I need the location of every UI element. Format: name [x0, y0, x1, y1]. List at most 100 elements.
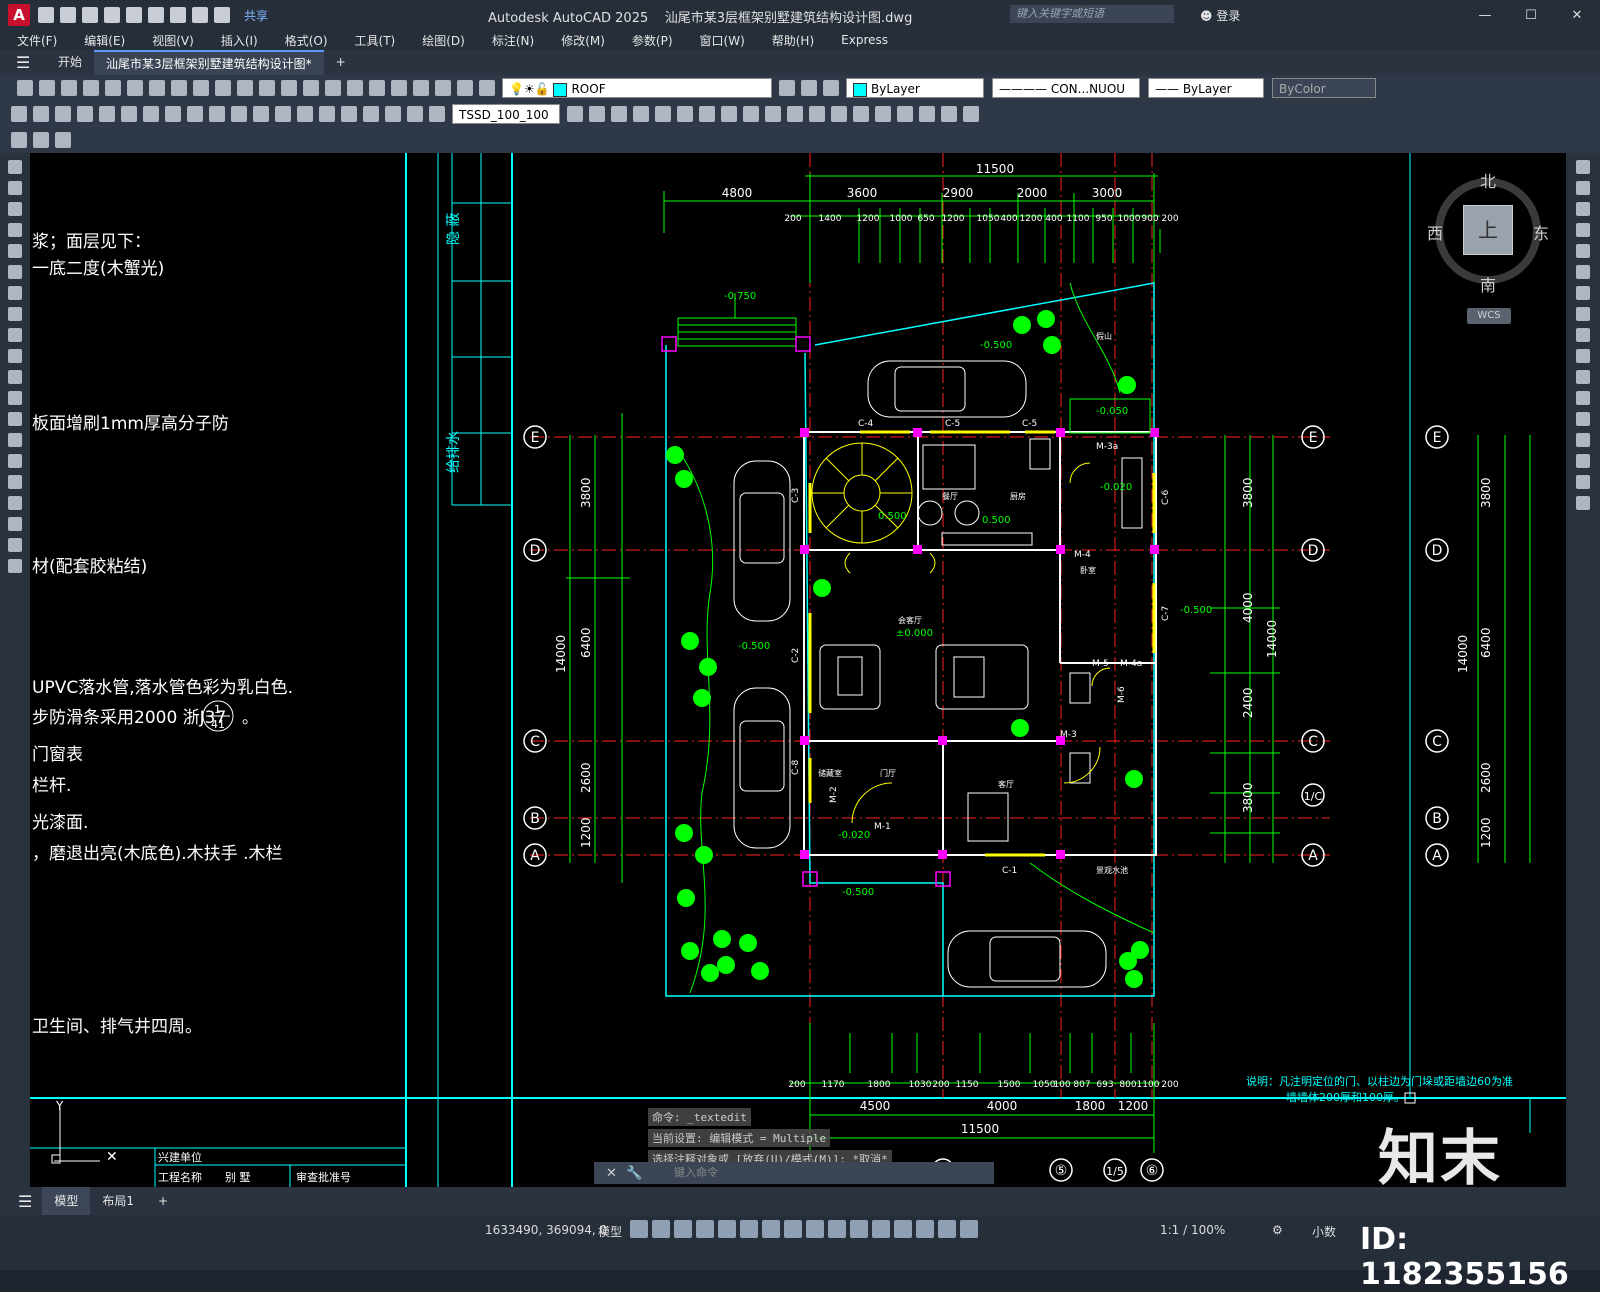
- menu-edit[interactable]: 编辑(E): [84, 32, 125, 49]
- object-track-icon[interactable]: [740, 1220, 758, 1238]
- autoscale-icon[interactable]: [960, 1220, 978, 1238]
- array-icon[interactable]: [1576, 244, 1590, 258]
- ordinate-icon[interactable]: [77, 106, 93, 122]
- trim-icon[interactable]: [1576, 349, 1590, 363]
- menu-parametric[interactable]: 参数(P): [632, 32, 673, 49]
- pan-icon[interactable]: [281, 80, 297, 96]
- chamfer-icon[interactable]: [1576, 433, 1590, 447]
- compass-south[interactable]: 南: [1480, 272, 1496, 296]
- tab-layout1[interactable]: 布局1: [90, 1187, 146, 1215]
- annotation-visibility-icon[interactable]: [938, 1220, 956, 1238]
- new-icon[interactable]: [17, 80, 33, 96]
- tab-document[interactable]: 汕尾市某3层框架别墅建筑结构设计图*: [94, 50, 324, 75]
- make-block-icon[interactable]: [8, 412, 22, 426]
- ellipse-arc-icon[interactable]: [8, 370, 22, 384]
- save-as-icon[interactable]: [104, 7, 120, 23]
- scale-icon[interactable]: [1576, 307, 1590, 321]
- make-current-layer-icon[interactable]: [779, 80, 795, 96]
- extra-tool-3-icon[interactable]: [55, 132, 71, 148]
- arc-length-icon[interactable]: [55, 106, 71, 122]
- explode-icon[interactable]: [1576, 496, 1590, 510]
- preview-icon[interactable]: [105, 80, 121, 96]
- design-center-icon[interactable]: [391, 80, 407, 96]
- dim-text-edit-icon[interactable]: [407, 106, 423, 122]
- selection-filter-icon[interactable]: [894, 1220, 912, 1238]
- polyline-icon[interactable]: [8, 202, 22, 216]
- modify-4-icon[interactable]: [655, 106, 671, 122]
- annotation-scale[interactable]: 1:1 / 100%: [1160, 1223, 1225, 1237]
- diameter-icon[interactable]: [143, 106, 159, 122]
- command-input[interactable]: 键入命令: [594, 1162, 994, 1184]
- lineweight-icon[interactable]: [784, 1220, 802, 1238]
- layer-states-icon[interactable]: [823, 80, 839, 96]
- erase-icon[interactable]: [1576, 160, 1590, 174]
- plot-icon[interactable]: [83, 80, 99, 96]
- viewcube-top-face[interactable]: 上: [1463, 205, 1513, 255]
- menu-insert[interactable]: 插入(I): [221, 32, 258, 49]
- center-mark-icon[interactable]: [319, 106, 335, 122]
- fillet-icon[interactable]: [1576, 454, 1590, 468]
- modify-18-icon[interactable]: [963, 106, 979, 122]
- customize-command-icon[interactable]: 🔧: [626, 1166, 642, 1181]
- menu-format[interactable]: 格式(O): [285, 32, 328, 49]
- layer-properties-icon[interactable]: [479, 80, 495, 96]
- login-button[interactable]: ☻ 登录: [1200, 7, 1240, 24]
- modify-17-icon[interactable]: [941, 106, 957, 122]
- layer-dropdown[interactable]: 💡☀🔓 ROOF: [502, 78, 772, 98]
- stretch-icon[interactable]: [1576, 328, 1590, 342]
- menu-modify[interactable]: 修改(M): [561, 32, 605, 49]
- open-file-icon[interactable]: [60, 7, 76, 23]
- osnap-icon[interactable]: [762, 1220, 780, 1238]
- compass-west[interactable]: 西: [1427, 220, 1443, 244]
- selection-cycling-icon[interactable]: [828, 1220, 846, 1238]
- coordinates-readout[interactable]: 1633490, 369094, 0: [485, 1223, 607, 1237]
- construction-line-icon[interactable]: [8, 181, 22, 195]
- menu-dimension[interactable]: 标注(N): [492, 32, 534, 49]
- rectangle-icon[interactable]: [8, 244, 22, 258]
- mtext-icon[interactable]: [8, 538, 22, 552]
- tolerance-icon[interactable]: [297, 106, 313, 122]
- spline-icon[interactable]: [8, 328, 22, 342]
- dim-space-icon[interactable]: [253, 106, 269, 122]
- offset-icon[interactable]: [1576, 223, 1590, 237]
- linear-dim-icon[interactable]: [11, 106, 27, 122]
- modify-12-icon[interactable]: [831, 106, 847, 122]
- workspace-gear-icon[interactable]: ⚙: [1272, 1223, 1283, 1237]
- menu-help[interactable]: 帮助(H): [772, 32, 814, 49]
- modify-1-icon[interactable]: [589, 106, 605, 122]
- gradient-icon[interactable]: [8, 475, 22, 489]
- revision-cloud-icon[interactable]: [8, 307, 22, 321]
- angular-icon[interactable]: [165, 106, 181, 122]
- properties-icon[interactable]: [369, 80, 385, 96]
- open-icon[interactable]: [39, 80, 55, 96]
- autocad-logo-icon[interactable]: A: [8, 4, 30, 26]
- region-icon[interactable]: [8, 496, 22, 510]
- modify-6-icon[interactable]: [699, 106, 715, 122]
- polygon-icon[interactable]: [8, 223, 22, 237]
- modify-10-icon[interactable]: [787, 106, 803, 122]
- zoom-window-icon[interactable]: [325, 80, 341, 96]
- inspection-icon[interactable]: [341, 106, 357, 122]
- radius-icon[interactable]: [99, 106, 115, 122]
- plot-icon[interactable]: [170, 7, 186, 23]
- jogged-linear-icon[interactable]: [363, 106, 379, 122]
- point-icon[interactable]: [8, 433, 22, 447]
- insert-block-icon[interactable]: [8, 391, 22, 405]
- new-tab-icon[interactable]: +: [324, 50, 358, 75]
- circle-icon[interactable]: [8, 286, 22, 300]
- tool-palettes-icon[interactable]: [413, 80, 429, 96]
- layer-previous-icon[interactable]: [801, 80, 817, 96]
- redo-icon[interactable]: [259, 80, 275, 96]
- close-command-icon[interactable]: ✕: [606, 1166, 617, 1181]
- gizmo-icon[interactable]: [916, 1220, 934, 1238]
- model-space-toggle[interactable]: 模型: [598, 1223, 622, 1240]
- save-icon[interactable]: [82, 7, 98, 23]
- 3d-osnap-icon[interactable]: [850, 1220, 868, 1238]
- continue-icon[interactable]: [231, 106, 247, 122]
- share-button[interactable]: 共享: [244, 7, 268, 24]
- open-web-icon[interactable]: [126, 7, 142, 23]
- redo-icon[interactable]: [214, 7, 230, 23]
- paste-icon[interactable]: [193, 80, 209, 96]
- menu-draw[interactable]: 绘图(D): [422, 32, 465, 49]
- dim-update-icon[interactable]: [429, 106, 445, 122]
